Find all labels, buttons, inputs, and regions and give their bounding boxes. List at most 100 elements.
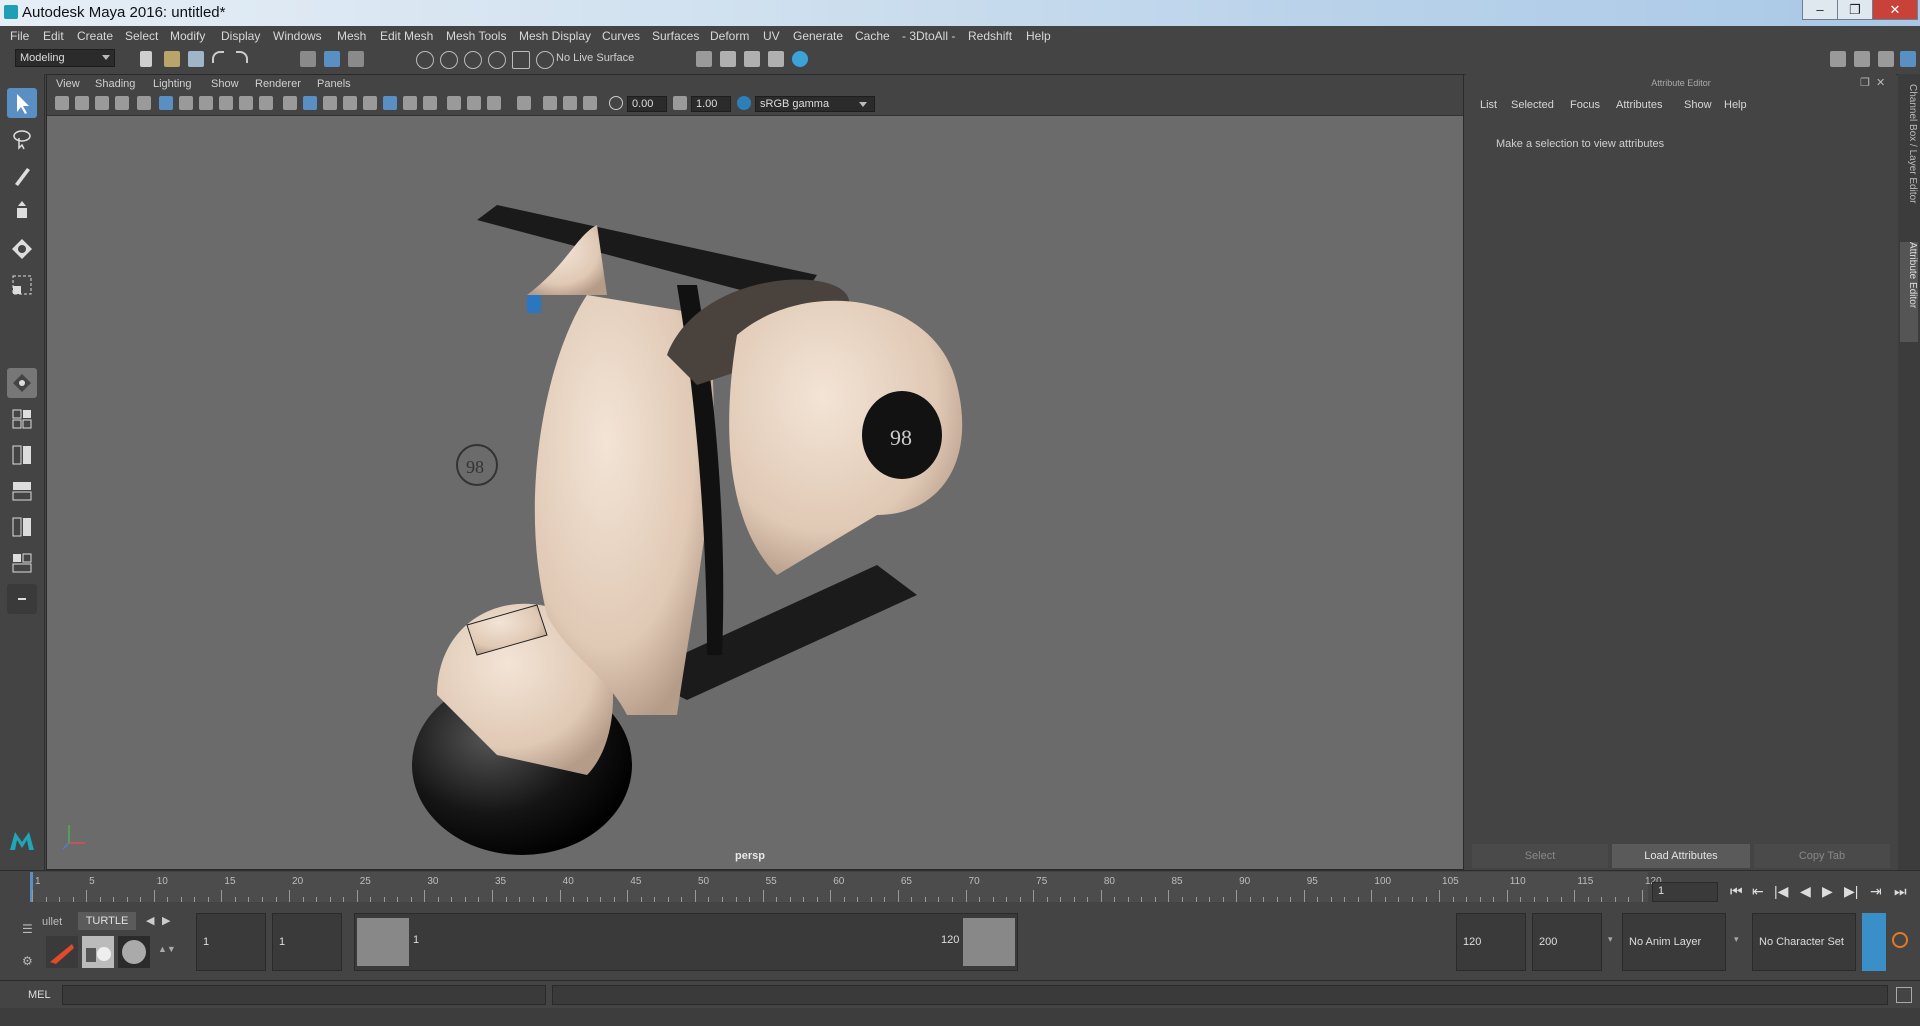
render-settings-icon[interactable] <box>696 51 712 67</box>
menu-display[interactable]: Display <box>221 29 260 43</box>
wireframe-icon[interactable] <box>283 96 297 110</box>
paint-select-tool-icon[interactable] <box>7 160 37 190</box>
smooth-shade-icon[interactable] <box>303 96 317 110</box>
hypershade-icon[interactable] <box>792 51 808 67</box>
exposure-field[interactable]: 0.00 <box>627 96 667 112</box>
tool-settings-icon[interactable] <box>1878 51 1894 67</box>
close-icon[interactable]: ✕ <box>1876 76 1885 89</box>
render-frame-icon[interactable] <box>720 51 736 67</box>
bookmark-icon[interactable] <box>95 96 109 110</box>
preferences-icon[interactable] <box>1892 932 1908 948</box>
menu-curves[interactable]: Curves <box>602 29 640 43</box>
viewport-menu-panels[interactable]: Panels <box>317 78 351 90</box>
channel-box-toggle-icon[interactable] <box>1900 51 1916 67</box>
persp-outliner-layout-icon[interactable] <box>7 476 37 506</box>
attribute-editor-tab[interactable]: Attribute Editor <box>1900 242 1918 342</box>
playback-end-field[interactable]: 120 <box>1456 913 1526 971</box>
anti-aliasing-icon[interactable] <box>583 96 597 110</box>
attr-menu-attributes[interactable]: Attributes <box>1616 99 1662 111</box>
open-scene-icon[interactable] <box>164 51 180 67</box>
command-language-label[interactable]: MEL <box>28 989 51 1001</box>
snap-surface-icon[interactable] <box>512 51 530 69</box>
go-to-start-icon[interactable]: ⏮ <box>1730 883 1743 900</box>
shelf-tab-next-icon[interactable]: ▶ <box>162 914 170 927</box>
menu-mesh[interactable]: Mesh <box>337 29 366 43</box>
attr-menu-focus[interactable]: Focus <box>1570 99 1600 111</box>
end-time-field[interactable]: 200 <box>1532 913 1602 971</box>
snap-point-icon[interactable] <box>464 51 482 69</box>
range-slider-start-handle[interactable] <box>357 918 409 966</box>
attr-menu-selected[interactable]: Selected <box>1511 99 1554 111</box>
ipr-render-icon[interactable] <box>744 51 760 67</box>
render-view-icon[interactable] <box>768 51 784 67</box>
attr-menu-list[interactable]: List <box>1480 99 1497 111</box>
time-ruler[interactable]: 1 5 10 15 20 25 30 35 40 45 50 55 60 65 70 75 80 85 90 95 10… <box>30 872 1662 902</box>
menu-windows[interactable]: Windows <box>273 29 322 43</box>
load-attributes-button[interactable]: Load Attributes <box>1612 844 1750 868</box>
menu-set-dropdown[interactable]: Modeling <box>15 49 115 67</box>
menu-redshift[interactable]: Redshift <box>968 29 1012 43</box>
viewport-menu-renderer[interactable]: Renderer <box>255 78 301 90</box>
new-scene-icon[interactable] <box>140 51 152 67</box>
ambient-occlusion-icon[interactable] <box>423 96 437 110</box>
menu-create[interactable]: Create <box>77 29 113 43</box>
snap-view-plane-icon[interactable] <box>488 51 506 69</box>
redo-icon[interactable] <box>236 51 248 63</box>
film-gate-icon[interactable] <box>179 96 193 110</box>
custom-layout-icon[interactable] <box>7 584 37 614</box>
resolution-gate-icon[interactable] <box>199 96 213 110</box>
select-component-icon[interactable] <box>348 51 364 67</box>
maximize-button[interactable]: ❐ <box>1837 0 1873 20</box>
xray-components-icon[interactable] <box>487 96 501 110</box>
move-tool-icon[interactable] <box>7 198 37 228</box>
select-button[interactable]: Select <box>1472 844 1608 868</box>
menu-deform[interactable]: Deform <box>710 29 749 43</box>
snap-grid-icon[interactable] <box>416 51 434 69</box>
viewport-menu-lighting[interactable]: Lighting <box>153 78 192 90</box>
hypershade-layout-icon[interactable] <box>7 548 37 578</box>
xray-joints-icon[interactable] <box>467 96 481 110</box>
shelf-scroll-icon[interactable]: ▲▼ <box>158 944 176 954</box>
start-time-field[interactable]: 1 <box>196 913 266 971</box>
script-editor-icon[interactable] <box>1896 987 1912 1003</box>
snap-curve-icon[interactable] <box>440 51 458 69</box>
color-space-dropdown[interactable]: sRGB gamma <box>755 96 875 112</box>
menu-cache[interactable]: Cache <box>855 29 890 43</box>
shelf-tab-turtle[interactable]: TURTLE <box>78 912 136 930</box>
menu-file[interactable]: File <box>10 29 29 43</box>
copy-tab-button[interactable]: Copy Tab <box>1754 844 1890 868</box>
command-input[interactable] <box>62 985 546 1005</box>
isolate-select-icon[interactable] <box>517 96 531 110</box>
menu-surfaces[interactable]: Surfaces <box>652 29 699 43</box>
step-forward-key-icon[interactable]: ▶| <box>1844 883 1858 900</box>
step-back-key-icon[interactable]: |◀ <box>1774 883 1788 900</box>
select-object-icon[interactable] <box>324 51 340 67</box>
attr-menu-show[interactable]: Show <box>1684 99 1712 111</box>
undo-icon[interactable] <box>212 51 224 63</box>
go-to-end-icon[interactable]: ⏭ <box>1894 883 1907 900</box>
gate-mask-icon[interactable] <box>219 96 233 110</box>
hud-icon[interactable] <box>543 96 557 110</box>
current-frame-field[interactable]: 1 <box>1652 882 1718 902</box>
viewport-menu-show[interactable]: Show <box>211 78 239 90</box>
channel-box-tab[interactable]: Channel Box / Layer Editor <box>1900 84 1918 234</box>
save-scene-icon[interactable] <box>188 51 204 67</box>
menu-3dtoall[interactable]: - 3DtoAll - <box>902 29 955 43</box>
shadows-icon[interactable] <box>403 96 417 110</box>
viewport-panel[interactable]: View Shading Lighting Show Renderer Pane… <box>46 74 1464 870</box>
camera-icon[interactable] <box>55 96 69 110</box>
playback-start-field[interactable]: 1 <box>272 913 342 971</box>
menu-generate[interactable]: Generate <box>793 29 843 43</box>
menu-edit-mesh[interactable]: Edit Mesh <box>380 29 433 43</box>
select-hierarchy-icon[interactable] <box>300 51 316 67</box>
scooter-model[interactable]: 98 98 <box>377 155 1177 855</box>
make-live-icon[interactable] <box>536 51 554 69</box>
grid-icon[interactable] <box>159 96 173 110</box>
2d-pan-zoom-icon[interactable] <box>137 96 151 110</box>
menu-help[interactable]: Help <box>1026 29 1051 43</box>
minimize-button[interactable]: – <box>1802 0 1838 20</box>
default-material-icon[interactable] <box>383 96 397 110</box>
step-back-frame-icon[interactable]: ⇤ <box>1752 883 1764 900</box>
float-panel-icon[interactable]: ❐ <box>1860 76 1870 89</box>
menu-mesh-display[interactable]: Mesh Display <box>519 29 591 43</box>
